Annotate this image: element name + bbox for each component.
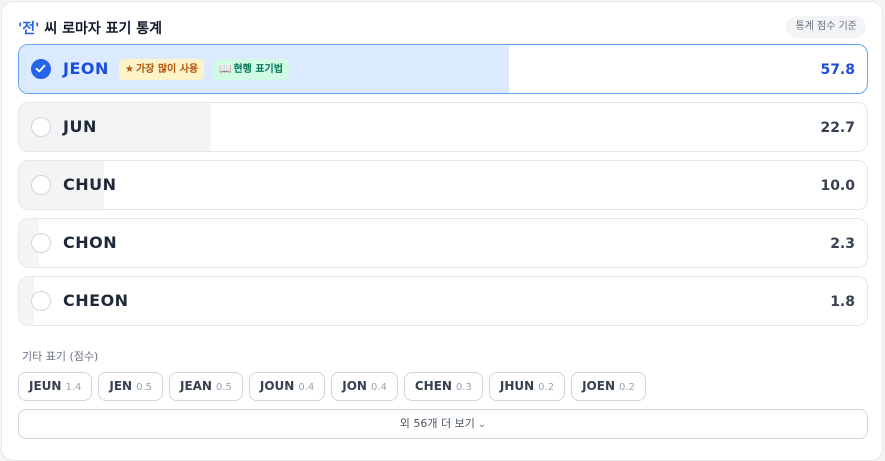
option-row[interactable]: JUN 22.7 (18, 102, 868, 152)
score-basis-badge: 통계 점수 기준 (786, 16, 866, 38)
option-score: 57.8 (820, 62, 855, 78)
other-romanization-chip[interactable]: JEUN 1.4 (18, 372, 93, 401)
chip-name: JOEN (582, 379, 615, 393)
radio-unchecked-icon[interactable] (31, 291, 51, 311)
title-text: 씨 로마자 표기 통계 (39, 21, 162, 37)
most-used-badge: ★ 가장 많이 사용 (119, 59, 205, 80)
chip-name: JON (342, 379, 367, 393)
other-romanizations-label: 기타 표기 (점수) (22, 350, 99, 363)
other-romanizations-list: JEUN 1.4 JEN 0.5 JEAN 0.5 JOUN 0.4 JON 0.4 CH… (18, 372, 646, 401)
chip-score: 0.4 (370, 382, 387, 393)
chip-score: 0.5 (136, 382, 152, 393)
option-row[interactable]: JEON ★ 가장 많이 사용 📖 현행 표기법 57.8 (18, 44, 868, 94)
option-row[interactable]: CHUN 10.0 (18, 160, 868, 210)
chip-score: 1.4 (65, 382, 82, 393)
chip-score: 0.5 (215, 382, 232, 393)
option-score: 1.8 (830, 294, 855, 310)
chip-score: 0.2 (618, 382, 635, 393)
chip-score: 0.2 (538, 382, 555, 393)
chip-score: 0.3 (455, 382, 472, 393)
option-label: CHON (63, 233, 118, 252)
card-title: '전' 씨 로마자 표기 통계 (18, 18, 162, 38)
romanization-options: JEON ★ 가장 많이 사용 📖 현행 표기법 57.8 JUN 22.7 CHU… (18, 44, 868, 334)
card-header: '전' 씨 로마자 표기 통계 통계 점수 기준 (18, 16, 866, 38)
star-icon: ★ (125, 64, 134, 75)
romanization-stats-card: '전' 씨 로마자 표기 통계 통계 점수 기준 JEON ★ 가장 많이 사용 … (1, 1, 883, 461)
option-label: CHUN (63, 175, 117, 194)
other-romanization-chip[interactable]: JEAN 0.5 (168, 372, 243, 401)
chip-name: JOUN (259, 379, 295, 393)
option-label: JUN (63, 117, 97, 136)
option-row[interactable]: CHON 2.3 (18, 218, 868, 268)
other-romanization-chip[interactable]: CHEN 0.3 (403, 372, 483, 401)
show-more-button[interactable]: 외 56개 더 보기 ⌄ (18, 409, 868, 439)
other-romanization-chip[interactable]: JEN 0.5 (98, 372, 163, 401)
surname-highlight: '전' (18, 21, 40, 37)
option-score: 2.3 (830, 236, 855, 252)
current-standard-badge: 📖 현행 표기법 (213, 59, 289, 80)
current-standard-label: 현행 표기법 (233, 64, 283, 75)
chip-name: JEUN (29, 379, 62, 393)
show-more-label: 외 56개 더 보기 (399, 417, 475, 430)
chip-name: JEN (109, 379, 133, 393)
other-romanization-chip[interactable]: JOUN 0.4 (248, 372, 326, 401)
option-label: JEON (63, 59, 109, 78)
option-label: CHEON (63, 291, 129, 310)
chip-name: CHEN (414, 379, 452, 393)
chip-name: JHUN (499, 379, 535, 393)
radio-unchecked-icon[interactable] (31, 175, 51, 195)
chip-score: 0.4 (298, 382, 315, 393)
book-icon: 📖 (219, 64, 232, 75)
other-romanization-chip[interactable]: JOEN 0.2 (571, 372, 646, 401)
option-score: 10.0 (820, 178, 855, 194)
option-score: 22.7 (820, 120, 855, 136)
radio-unchecked-icon[interactable] (31, 233, 51, 253)
other-romanization-chip[interactable]: JHUN 0.2 (488, 372, 566, 401)
option-row[interactable]: CHEON 1.8 (18, 276, 868, 326)
radio-unchecked-icon[interactable] (31, 117, 51, 137)
chevron-down-icon: ⌄ (477, 419, 487, 430)
radio-checked-icon[interactable] (31, 59, 51, 79)
other-romanization-chip[interactable]: JON 0.4 (331, 372, 398, 401)
most-used-label: 가장 많이 사용 (135, 64, 199, 75)
chip-name: JEAN (179, 379, 212, 393)
